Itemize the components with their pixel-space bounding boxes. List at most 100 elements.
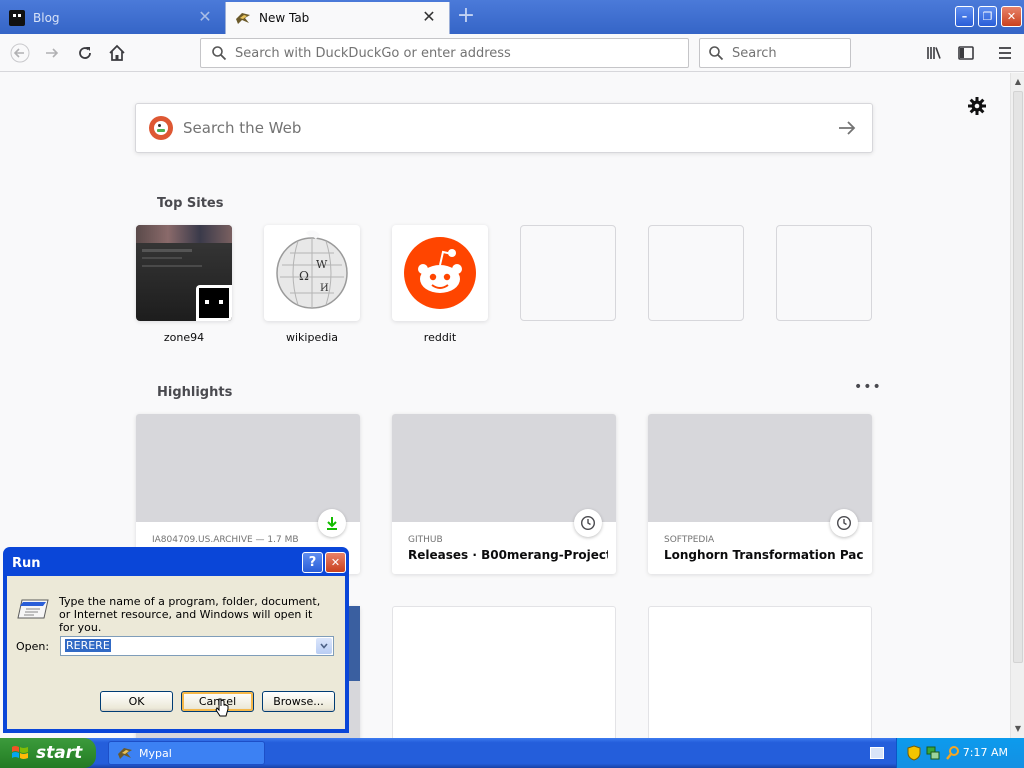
duckduckgo-logo-icon xyxy=(149,116,173,140)
top-site-reddit[interactable] xyxy=(392,225,488,321)
vertical-scrollbar[interactable]: ▲ ▼ xyxy=(1010,73,1024,738)
keyboard-icon[interactable] xyxy=(870,747,884,759)
forward-arrow-icon xyxy=(46,48,59,58)
open-input-value[interactable]: RERERE xyxy=(65,639,111,652)
main-menu-button[interactable] xyxy=(991,39,1019,67)
search-bar[interactable]: Search xyxy=(699,38,851,68)
top-sites-heading: Top Sites xyxy=(157,196,224,211)
dialog-body: Type the name of a program, folder, docu… xyxy=(7,576,345,729)
web-search-box[interactable]: Search the Web xyxy=(135,103,873,153)
card-preview xyxy=(392,414,616,522)
close-tab-icon[interactable]: ✕ xyxy=(197,9,213,25)
dialog-titlebar: Run xyxy=(6,550,346,576)
wikipedia-globe-icon: ΩW И xyxy=(276,230,348,309)
taskbar-item-mypal[interactable]: Mypal xyxy=(108,741,265,765)
help-button[interactable]: ? xyxy=(302,552,323,573)
dialog-close-button[interactable]: ✕ xyxy=(325,552,346,573)
reload-icon xyxy=(79,47,91,59)
tab-label: Blog xyxy=(33,11,60,25)
top-site-zone94[interactable] xyxy=(136,225,232,321)
sidebar-toggle-button[interactable] xyxy=(952,39,980,67)
svg-text:Ω: Ω xyxy=(299,269,309,283)
tab-strip: Blog ✕ New Tab ✕ + – ❐ ✕ xyxy=(0,0,1024,34)
card-title: Releases · B00merang-Project/... xyxy=(408,548,608,562)
top-site-empty-slot xyxy=(648,225,744,321)
back-arrow-icon xyxy=(10,43,30,63)
dialog-title: Run xyxy=(12,555,41,571)
home-icon xyxy=(109,44,125,61)
taskbar: start Mypal 7:17 AM xyxy=(0,738,1024,768)
open-combobox[interactable]: RERERE xyxy=(60,636,334,656)
reddit-icon xyxy=(404,237,476,309)
highlights-heading: Highlights xyxy=(157,385,233,400)
card-source: IA804709.US.ARCHIVE — 1.7 MB xyxy=(152,535,299,545)
network-icon[interactable] xyxy=(925,745,941,761)
back-button[interactable] xyxy=(6,39,34,67)
clock-icon xyxy=(574,509,602,537)
maximize-button[interactable]: ❐ xyxy=(978,6,997,27)
navigation-toolbar: Search with DuckDuckGo or enter address … xyxy=(0,34,1024,72)
browse-button[interactable]: Browse... xyxy=(262,691,335,712)
top-site-empty-slot xyxy=(520,225,616,321)
web-search-placeholder: Search the Web xyxy=(183,119,302,137)
clock-icon xyxy=(830,509,858,537)
scrollbar-thumb[interactable] xyxy=(1013,91,1023,663)
scroll-up-arrow-icon[interactable]: ▲ xyxy=(1011,75,1024,89)
top-site-label: wikipedia xyxy=(285,331,338,344)
dropdown-arrow-icon[interactable] xyxy=(316,638,332,654)
ok-button[interactable]: OK xyxy=(100,691,173,712)
card-source: GITHUB xyxy=(408,535,443,545)
tab-new-tab[interactable]: New Tab ✕ xyxy=(225,2,450,34)
run-dialog: Run ? ✕ Type the name of a program, fold… xyxy=(3,547,349,733)
library-icon xyxy=(927,47,941,59)
highlight-card[interactable]: SOFTPEDIA Longhorn Transformation Pack -… xyxy=(648,414,872,574)
scroll-down-arrow-icon[interactable]: ▼ xyxy=(1011,722,1024,736)
mouse-cursor-icon xyxy=(215,698,229,718)
highlight-card[interactable]: GITHUB Releases · B00merang-Project/... xyxy=(392,414,616,574)
search-go-arrow-icon[interactable] xyxy=(836,117,858,139)
mypal-favicon-icon xyxy=(235,10,251,26)
close-tab-icon[interactable]: ✕ xyxy=(421,9,437,25)
run-description: Type the name of a program, folder, docu… xyxy=(59,595,321,634)
svg-text:И: И xyxy=(320,283,329,294)
search-bar-placeholder: Search xyxy=(732,45,777,61)
mypal-icon xyxy=(118,748,132,759)
windows-logo-icon xyxy=(12,746,28,759)
search-icon xyxy=(709,46,724,61)
tab-blog[interactable]: Blog ✕ xyxy=(0,2,225,34)
card-source: SOFTPEDIA xyxy=(664,535,715,545)
zone94-favicon-icon xyxy=(196,285,232,321)
minimize-button[interactable]: – xyxy=(955,6,974,27)
open-label: Open: xyxy=(16,640,50,653)
blog-favicon-icon xyxy=(9,10,25,26)
svg-text:W: W xyxy=(316,258,328,271)
top-site-empty-slot xyxy=(776,225,872,321)
start-label: start xyxy=(36,743,83,763)
sidebar-icon xyxy=(958,46,974,60)
forward-button[interactable] xyxy=(38,39,66,67)
card-preview xyxy=(136,414,360,522)
library-button[interactable] xyxy=(920,39,948,67)
top-site-label: reddit xyxy=(423,331,457,344)
run-program-icon xyxy=(16,596,52,620)
download-icon xyxy=(318,509,346,537)
card-preview xyxy=(648,414,872,522)
close-window-button[interactable]: ✕ xyxy=(1001,6,1022,27)
top-site-label: zone94 xyxy=(163,331,205,344)
url-bar[interactable]: Search with DuckDuckGo or enter address xyxy=(200,38,689,68)
taskbar-item-label: Mypal xyxy=(139,746,172,760)
system-tray: 7:17 AM xyxy=(896,738,1024,768)
start-button[interactable]: start xyxy=(0,738,96,768)
search-tray-icon[interactable] xyxy=(945,745,961,761)
clock[interactable]: 7:17 AM xyxy=(963,746,1008,759)
top-site-wikipedia[interactable]: ΩW И xyxy=(264,225,360,321)
home-button[interactable] xyxy=(103,39,131,67)
url-bar-placeholder: Search with DuckDuckGo or enter address xyxy=(235,45,511,61)
search-icon xyxy=(212,46,227,61)
highlights-menu-icon[interactable]: ••• xyxy=(854,379,882,395)
reload-button[interactable] xyxy=(71,39,99,67)
security-shield-icon[interactable] xyxy=(907,745,921,761)
new-tab-plus-icon[interactable]: + xyxy=(455,5,477,28)
settings-gear-icon[interactable] xyxy=(966,95,988,117)
tab-label: New Tab xyxy=(259,11,310,25)
